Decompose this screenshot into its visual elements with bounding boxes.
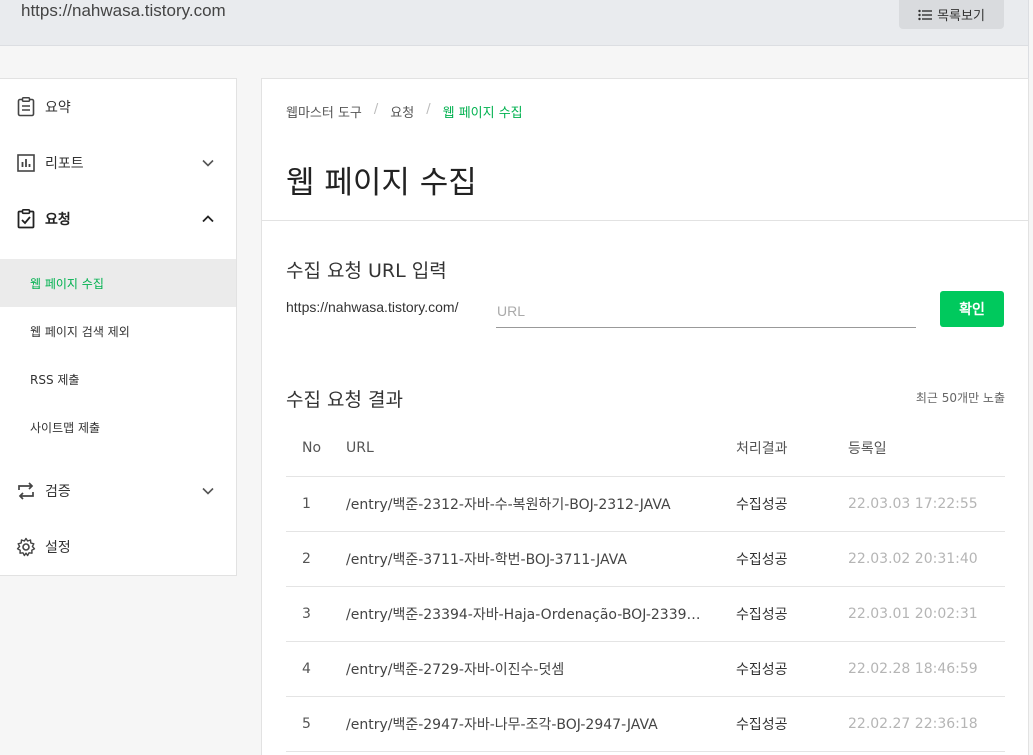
gear-icon	[16, 537, 36, 557]
bar-chart-icon	[16, 153, 36, 173]
chevron-down-icon[interactable]	[200, 483, 216, 499]
sidebar-item-verify[interactable]: 검증	[0, 463, 236, 519]
sidebar-item-label: 요약	[45, 100, 71, 116]
sidebar-subitem-label: 사이트맵 제출	[30, 420, 101, 435]
result-table: No URL 처리결과 등록일 1 /entry/백준-2312-자바-수-복원…	[286, 420, 1005, 752]
column-header: 처리결과	[736, 441, 788, 457]
confirm-button[interactable]: 확인	[940, 291, 1004, 327]
table-row: 5 /entry/백준-2947-자바-나무-조각-BOJ-2947-JAVA …	[286, 697, 1005, 752]
page-title: 웹 페이지 수집	[286, 165, 477, 201]
url-input[interactable]	[496, 294, 916, 328]
row-url: /entry/백준-2947-자바-나무-조각-BOJ-2947-JAVA	[346, 717, 658, 733]
list-view-label: 목록보기	[937, 8, 985, 23]
sidebar-subitem-label: 웹 페이지 검색 제외	[30, 324, 130, 339]
row-url: /entry/백준-2312-자바-수-복원하기-BOJ-2312-JAVA	[346, 497, 671, 513]
row-result: 수집성공	[736, 552, 788, 568]
chevron-up-icon[interactable]	[200, 211, 216, 227]
row-url: /entry/백준-23394-자바-Haja-Ordenação-BOJ-23…	[346, 607, 706, 623]
blog-url[interactable]: https://nahwasa.tistory.com	[21, 0, 226, 22]
row-number: 5	[302, 716, 311, 732]
breadcrumb-separator: /	[426, 102, 431, 117]
result-note: 최근 50개만 노출	[915, 391, 1005, 405]
table-header-row: No URL 처리결과 등록일	[286, 420, 1005, 477]
main-panel: 웹마스터 도구 / 요청 / 웹 페이지 수집 웹 페이지 수집 수집 요청 U…	[261, 78, 1029, 755]
chevron-down-icon[interactable]	[200, 155, 216, 171]
breadcrumb-separator: /	[373, 102, 379, 117]
sidebar-item-label: 리포트	[45, 156, 84, 172]
request-section-title: 수집 요청 URL 입력	[286, 260, 447, 282]
table-row: 4 /entry/백준-2729-자바-이진수-덧셈 수집성공 22.02.28…	[286, 642, 1005, 697]
list-view-button[interactable]: 목록보기	[899, 0, 1004, 29]
row-result: 수집성공	[736, 662, 788, 678]
row-date: 22.02.27 22:36:18	[848, 716, 978, 732]
row-number: 4	[302, 661, 311, 677]
sidebar-item-label: 검증	[45, 484, 71, 500]
top-bar: https://nahwasa.tistory.com 목록보기	[0, 0, 1028, 46]
breadcrumb-item[interactable]: 요청	[390, 102, 414, 121]
row-number: 3	[302, 606, 311, 622]
column-header: No	[302, 440, 322, 456]
sidebar-subitem-sitemap-submit[interactable]: 사이트맵 제출	[0, 403, 236, 451]
row-result: 수집성공	[736, 717, 788, 733]
column-header: 등록일	[848, 441, 887, 457]
breadcrumb-current: 웹 페이지 수집	[442, 106, 523, 121]
sidebar-subitem-rss-submit[interactable]: RSS 제출	[0, 355, 236, 403]
sidebar-item-report[interactable]: 리포트	[0, 135, 236, 191]
sidebar-item-request[interactable]: 요청	[0, 191, 236, 247]
row-date: 22.02.28 18:46:59	[848, 661, 978, 677]
row-number: 2	[302, 551, 311, 567]
column-header: URL	[346, 440, 374, 456]
divider	[262, 220, 1028, 221]
url-prefix: https://nahwasa.tistory.com/	[286, 299, 459, 315]
sidebar-subitem-web-page-collect[interactable]: 웹 페이지 수집	[0, 259, 236, 307]
sidebar-item-summary[interactable]: 요약	[0, 79, 236, 135]
row-result: 수집성공	[736, 607, 788, 623]
breadcrumb-item[interactable]: 웹마스터 도구	[286, 102, 362, 121]
row-date: 22.03.01 20:02:31	[848, 606, 978, 622]
table-row: 2 /entry/백준-3711-자바-학번-BOJ-3711-JAVA 수집성…	[286, 532, 1005, 587]
row-date: 22.03.03 17:22:55	[848, 496, 978, 512]
table-row: 1 /entry/백준-2312-자바-수-복원하기-BOJ-2312-JAVA…	[286, 477, 1005, 532]
clipboard-check-icon	[16, 209, 36, 229]
transfer-icon	[16, 481, 36, 501]
row-result: 수집성공	[736, 497, 788, 513]
breadcrumb: 웹마스터 도구 / 요청 / 웹 페이지 수집	[286, 102, 523, 121]
sidebar-item-settings[interactable]: 설정	[0, 519, 236, 575]
row-number: 1	[302, 496, 311, 512]
sidebar: 요약 리포트 요청 웹 페이지 수집 웹 페이지 검색 제외 RSS 제출 사이…	[0, 78, 237, 576]
list-icon	[918, 9, 933, 20]
sidebar-item-label: 요청	[45, 212, 71, 228]
sidebar-subitem-exclude-search[interactable]: 웹 페이지 검색 제외	[0, 307, 236, 355]
row-url: /entry/백준-2729-자바-이진수-덧셈	[346, 662, 565, 678]
table-row: 3 /entry/백준-23394-자바-Haja-Ordenação-BOJ-…	[286, 587, 1005, 642]
row-url: /entry/백준-3711-자바-학번-BOJ-3711-JAVA	[346, 552, 627, 568]
sidebar-subitem-label: 웹 페이지 수집	[30, 276, 104, 291]
sidebar-item-label: 설정	[45, 540, 71, 556]
sidebar-subitem-label: RSS 제출	[30, 372, 80, 387]
row-date: 22.03.02 20:31:40	[848, 551, 978, 567]
clipboard-icon	[16, 97, 36, 117]
result-section-title: 수집 요청 결과	[286, 389, 403, 411]
